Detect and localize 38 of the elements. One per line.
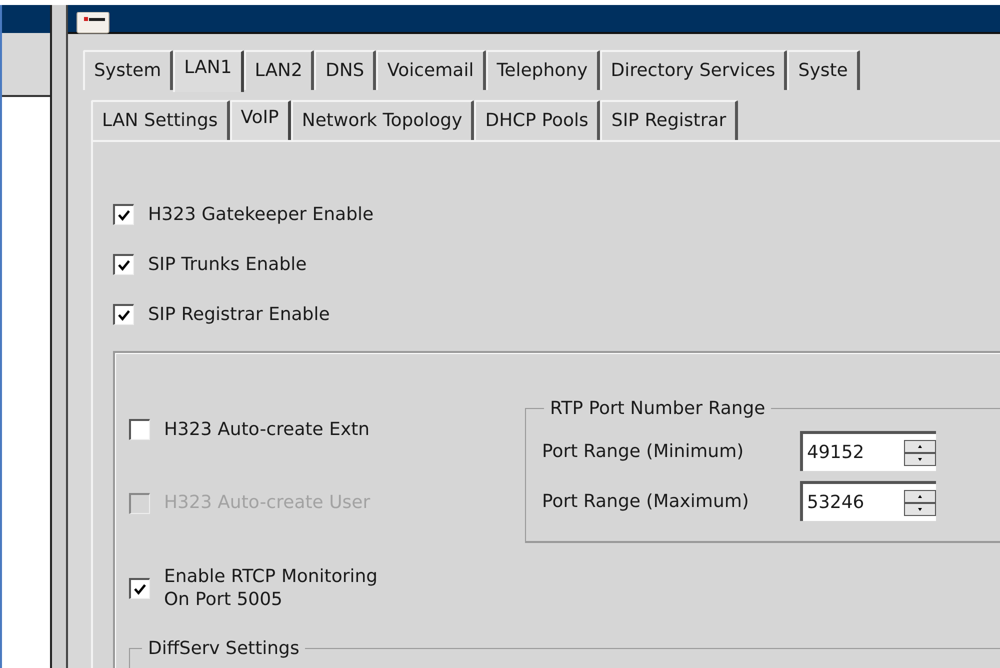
checkbox-label: SIP Trunks Enable — [148, 254, 307, 275]
tab[interactable]: LAN2 — [244, 50, 314, 90]
check-icon — [117, 308, 131, 322]
field-label: Port Range (Maximum) — [542, 490, 750, 512]
checkbox-label: H323 Auto-create Extn — [164, 418, 371, 442]
number-field[interactable]: 49152 — [800, 431, 936, 471]
checkbox-label: Enable RTCP Monitoring On Port 5005 — [164, 564, 379, 612]
check-icon — [133, 582, 147, 596]
spin-up-icon[interactable] — [904, 440, 936, 452]
tab[interactable]: Voicemail — [376, 50, 486, 90]
tab[interactable]: DNS — [314, 50, 376, 90]
group-title: DiffServ Settings — [147, 638, 300, 659]
checkbox[interactable] — [129, 578, 150, 599]
tab[interactable]: Telephony — [486, 50, 600, 90]
checkbox[interactable] — [129, 419, 150, 440]
tab[interactable]: VoIP — [230, 100, 291, 142]
spin-down-icon[interactable] — [904, 502, 936, 516]
check-icon — [117, 258, 131, 272]
checkbox-label: H323 Gatekeeper Enable — [148, 204, 374, 225]
checkbox-label: SIP Registrar Enable — [148, 304, 330, 325]
checkbox[interactable] — [113, 254, 134, 275]
checkbox[interactable] — [113, 304, 134, 325]
number-field[interactable]: 53246 — [800, 481, 936, 521]
field-label: Port Range (Minimum) — [542, 440, 745, 462]
check-icon — [117, 208, 131, 222]
tab[interactable]: LAN1 — [173, 50, 244, 92]
tab[interactable]: Syste — [787, 50, 860, 90]
tab[interactable]: Directory Services — [600, 50, 788, 90]
tab[interactable]: Network Topology — [290, 100, 474, 140]
app-icon — [76, 12, 110, 34]
tab[interactable]: System — [83, 50, 174, 90]
tab[interactable]: SIP Registrar — [600, 100, 738, 140]
tab[interactable]: LAN Settings — [91, 100, 230, 140]
group-title: RTP Port Number Range — [549, 398, 766, 419]
spin-down-icon[interactable] — [904, 452, 936, 466]
spin-up-icon[interactable] — [904, 490, 936, 502]
checkbox[interactable] — [113, 204, 134, 225]
tab[interactable]: DHCP Pools — [474, 100, 600, 140]
